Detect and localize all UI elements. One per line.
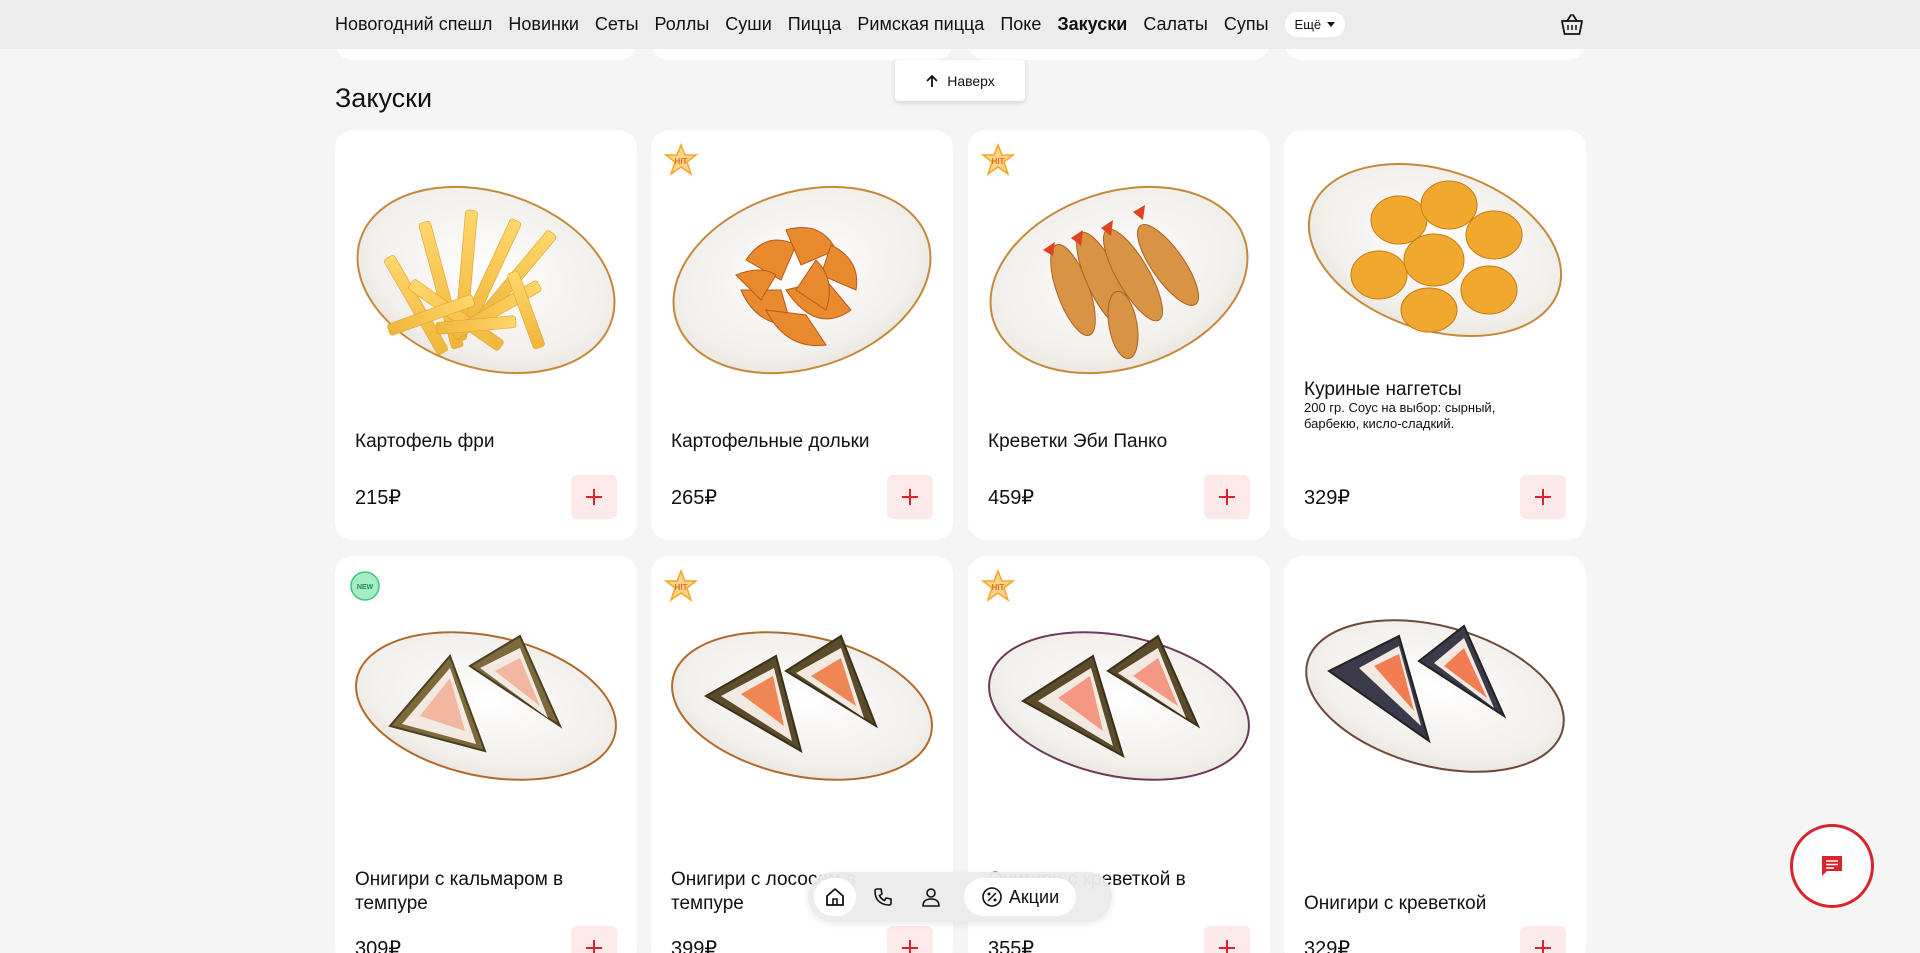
add-to-cart-button[interactable]: [887, 926, 933, 953]
product-image: [672, 185, 932, 375]
add-to-cart-button[interactable]: [1520, 926, 1566, 953]
category-menu: Новогодний спешл Новинки Сеты Роллы Суши…: [335, 0, 1346, 49]
top-nav: Новогодний спешл Новинки Сеты Роллы Суши…: [0, 0, 1920, 49]
add-to-cart-button[interactable]: [1204, 926, 1250, 953]
nav-item-soups[interactable]: Супы: [1224, 14, 1269, 35]
product-name: Картофельные дольки: [671, 431, 870, 452]
home-button[interactable]: [814, 878, 856, 916]
hit-badge-icon: HIT: [981, 143, 1015, 176]
nav-item-poke[interactable]: Поке: [1000, 14, 1041, 35]
product-name: Онигири с кальмаром в темпуре: [355, 869, 564, 914]
promo-button[interactable]: Акции: [964, 878, 1076, 916]
product-card[interactable]: Картофель фри 215₽: [335, 130, 637, 540]
new-badge-icon: NEW: [350, 571, 380, 601]
product-card[interactable]: Куриные наггетсы 200 гр. Соус на выбор: …: [1284, 130, 1586, 540]
product-price: 309₽: [355, 938, 402, 953]
plus-icon: [586, 489, 602, 505]
plus-icon: [902, 940, 918, 953]
product-price: 355₽: [988, 938, 1035, 953]
plus-icon: [1219, 940, 1235, 953]
hit-badge-icon: HIT: [664, 569, 698, 602]
profile-button[interactable]: [910, 878, 952, 916]
product-image: [988, 631, 1250, 781]
hit-badge-icon: HIT: [664, 143, 698, 176]
add-to-cart-button[interactable]: [1204, 475, 1250, 519]
product-card[interactable]: Онигири с креветкой 329₽: [1284, 556, 1586, 953]
product-description: 200 гр. Соус на выбор: сырный, барбекю, …: [1304, 400, 1496, 431]
scroll-up-button[interactable]: Наверх: [895, 60, 1025, 101]
product-card[interactable]: HIT Картофельные дольки 265₽: [651, 130, 953, 540]
plus-icon: [1535, 489, 1551, 505]
product-price: 329₽: [1304, 938, 1351, 953]
more-label: Ещё: [1294, 17, 1322, 32]
plus-icon: [1535, 940, 1551, 953]
bottom-nav-bar: Акции: [808, 872, 1112, 922]
add-to-cart-button[interactable]: [571, 475, 617, 519]
add-to-cart-button[interactable]: [571, 926, 617, 953]
product-name: Онигири с креветкой: [1304, 893, 1487, 914]
product-image: [671, 631, 933, 781]
product-price: 329₽: [1304, 487, 1351, 509]
product-image: [1307, 162, 1563, 338]
scroll-up-label: Наверх: [947, 72, 995, 89]
home-icon: [826, 888, 844, 906]
nav-item-pizza[interactable]: Пицца: [788, 14, 842, 35]
svg-text:HIT: HIT: [675, 157, 688, 166]
product-name: Креветки Эби Панко: [988, 431, 1168, 452]
phone-button[interactable]: [862, 878, 904, 916]
product-image: [355, 631, 617, 781]
nav-item-sets[interactable]: Сеты: [595, 14, 639, 35]
chat-button[interactable]: [1790, 824, 1874, 908]
section-title: Закуски: [335, 83, 433, 113]
chat-icon: [1822, 856, 1842, 876]
product-image: [356, 185, 616, 375]
nav-item-new[interactable]: Новинки: [508, 14, 579, 35]
product-price: 459₽: [988, 487, 1035, 509]
plus-icon: [1219, 489, 1235, 505]
nav-item-new-year[interactable]: Новогодний спешл: [335, 14, 492, 35]
product-price: 215₽: [355, 487, 402, 509]
product-name: Куриные наггетсы: [1304, 379, 1462, 400]
svg-text:HIT: HIT: [992, 157, 1005, 166]
svg-text:NEW: NEW: [357, 584, 374, 591]
product-image: [1305, 619, 1565, 773]
product-name: Картофель фри: [355, 431, 495, 452]
product-image: [989, 185, 1249, 375]
percent-icon: [982, 887, 1002, 907]
product-price: 265₽: [671, 487, 718, 509]
nav-item-rolls[interactable]: Роллы: [655, 14, 710, 35]
caret-down-icon: [1327, 22, 1336, 27]
nav-item-snacks[interactable]: Закуски: [1057, 14, 1127, 35]
product-price: 399₽: [671, 938, 718, 953]
nav-item-sushi[interactable]: Суши: [725, 14, 772, 35]
nav-item-salads[interactable]: Салаты: [1143, 14, 1208, 35]
more-dropdown[interactable]: Ещё: [1284, 12, 1346, 37]
product-card[interactable]: HIT Креветки Эби Панко 459₽: [968, 130, 1270, 540]
promo-label: Акции: [1008, 886, 1060, 907]
svg-text:HIT: HIT: [675, 583, 688, 592]
phone-icon: [874, 888, 892, 906]
add-to-cart-button[interactable]: [887, 475, 933, 519]
add-to-cart-button[interactable]: [1520, 475, 1566, 519]
arrow-up-icon: [926, 74, 938, 87]
user-icon: [922, 888, 940, 907]
nav-item-roman-pizza[interactable]: Римская пицца: [857, 14, 984, 35]
hit-badge-icon: HIT: [981, 569, 1015, 602]
product-card[interactable]: NEW Онигири с кальмаром в темпуре 309₽: [335, 556, 637, 953]
basket-icon[interactable]: [1559, 12, 1585, 38]
svg-text:HIT: HIT: [992, 583, 1005, 592]
plus-icon: [586, 940, 602, 953]
plus-icon: [902, 489, 918, 505]
